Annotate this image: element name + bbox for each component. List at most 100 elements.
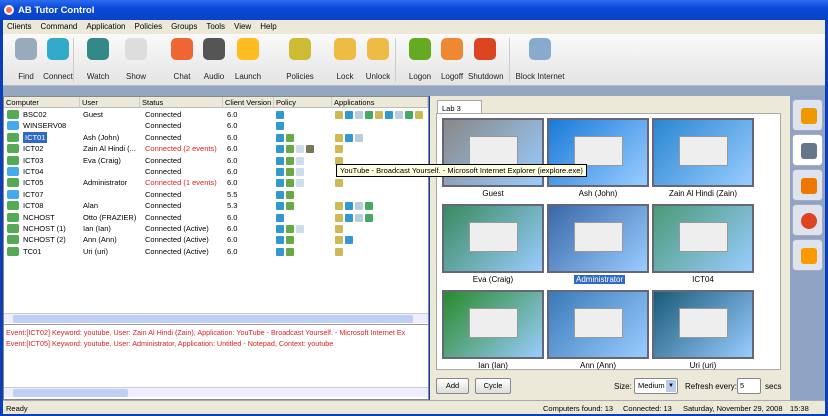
application-icons[interactable]: [335, 234, 355, 245]
application-icon[interactable]: [335, 213, 343, 222]
application-icon[interactable]: [335, 179, 343, 188]
application-icon[interactable]: [345, 133, 353, 142]
table-row[interactable]: ICT01 Ash (John) Connected 6.0: [4, 131, 428, 143]
column-header-policy[interactable]: Policy: [274, 97, 332, 108]
application-icon[interactable]: [335, 111, 343, 120]
application-icons[interactable]: [335, 200, 375, 211]
application-icon[interactable]: [355, 202, 363, 211]
screen-thumbnail[interactable]: [547, 204, 649, 273]
application-icon[interactable]: [335, 236, 343, 245]
application-icon[interactable]: [355, 111, 363, 120]
cycle-button[interactable]: Cycle: [475, 378, 511, 394]
screen-thumbnail[interactable]: [547, 290, 649, 359]
table-row[interactable]: TC01 Uri (uri) Connected (Active) 6.0: [4, 246, 428, 257]
table-row[interactable]: ICT08 Alan Connected 5.3: [4, 200, 428, 211]
table-row[interactable]: ICT07 Connected 5.5: [4, 189, 428, 200]
application-icon[interactable]: [365, 111, 373, 120]
application-icon[interactable]: [335, 202, 343, 211]
table-row[interactable]: NCHOST Otto (FRAZIER) Connected 6.0: [4, 212, 428, 223]
bar-chart-view-button[interactable]: [792, 169, 823, 201]
home-view-button[interactable]: [792, 99, 823, 131]
menu-view[interactable]: View: [234, 22, 251, 32]
application-icon[interactable]: [345, 236, 353, 245]
table-row[interactable]: NCHOST (2) Ann (Ann) Connected (Active) 6.0: [4, 234, 428, 245]
policy-icon: [296, 168, 304, 177]
application-icon[interactable]: [375, 111, 383, 120]
table-row[interactable]: WINSERV08 Connected 6.0: [4, 120, 428, 131]
policy-icon: [306, 145, 314, 154]
application-icon[interactable]: [405, 111, 413, 120]
application-icons[interactable]: [335, 143, 345, 154]
tab-lab-3[interactable]: Lab 3: [437, 100, 482, 114]
logon-button[interactable]: Logon: [403, 38, 437, 81]
application-icon[interactable]: [335, 145, 343, 154]
menu-groups[interactable]: Groups: [171, 22, 197, 32]
application-icon[interactable]: [345, 213, 353, 222]
block-internet-button[interactable]: Block Internet: [515, 38, 565, 81]
application-icon[interactable]: [345, 111, 353, 120]
column-header-client-version[interactable]: Client Version: [223, 97, 274, 108]
policies-button[interactable]: Policies: [283, 38, 317, 81]
application-icon[interactable]: [355, 133, 363, 142]
screen-thumbnail[interactable]: [442, 204, 544, 273]
monitors-view-button[interactable]: [792, 134, 823, 166]
refresh-input[interactable]: 5: [737, 378, 761, 394]
menu-command[interactable]: Command: [40, 22, 77, 32]
settings-gear-view-button[interactable]: [792, 239, 823, 271]
application-icon[interactable]: [385, 111, 393, 120]
application-icon[interactable]: [335, 133, 343, 142]
desktop-window: [468, 308, 518, 338]
add-button[interactable]: Add: [436, 378, 469, 394]
application-icon[interactable]: [335, 225, 343, 234]
application-icons[interactable]: [335, 109, 425, 120]
status: Connected: [145, 121, 182, 131]
desktop-window: [468, 222, 518, 252]
menu-help[interactable]: Help: [260, 22, 276, 32]
application-icon[interactable]: [355, 213, 363, 222]
application-icons[interactable]: [335, 246, 345, 257]
connect-button[interactable]: Connect: [41, 38, 75, 81]
column-header-status[interactable]: Status: [140, 97, 223, 108]
menu-application[interactable]: Application: [86, 22, 125, 32]
application-icon[interactable]: [365, 213, 373, 222]
show-button[interactable]: Show: [119, 38, 153, 81]
table-row[interactable]: BSC02 Guest Connected 6.0: [4, 109, 428, 120]
table-row[interactable]: NCHOST (1) Ian (Ian) Connected (Active) 6.0: [4, 223, 428, 234]
desktop-window: [573, 222, 623, 252]
application-icon[interactable]: [395, 111, 403, 120]
column-header-computer[interactable]: Computer: [4, 97, 80, 108]
menu-policies[interactable]: Policies: [135, 22, 163, 32]
unlock-button[interactable]: Unlock: [361, 38, 395, 81]
application-icon[interactable]: [335, 247, 343, 256]
block-view-button[interactable]: [792, 204, 823, 236]
column-header-user[interactable]: User: [80, 97, 140, 108]
logoff-button[interactable]: Logoff: [435, 38, 469, 81]
toolbar-label: Find: [18, 72, 34, 81]
menu-tools[interactable]: Tools: [206, 22, 225, 32]
horizontal-scrollbar[interactable]: [4, 313, 428, 323]
lock-button[interactable]: Lock: [328, 38, 362, 81]
table-row[interactable]: ICT02 Zain Al Hindi (... Connected (2 even…: [4, 143, 428, 154]
screen-thumbnail[interactable]: [652, 204, 754, 273]
launch-button[interactable]: Launch: [231, 38, 265, 81]
column-header-applications[interactable]: Applications: [332, 97, 428, 108]
application-icons[interactable]: [335, 132, 365, 143]
application-icons[interactable]: [335, 212, 375, 223]
menu-clients[interactable]: Clients: [7, 22, 31, 32]
application-icon[interactable]: [415, 111, 423, 120]
find-button[interactable]: Find: [9, 38, 43, 81]
application-icons[interactable]: [335, 223, 345, 234]
application-icon[interactable]: [345, 202, 353, 211]
table-row[interactable]: ICT05 Administrator Connected (1 events) 6.…: [4, 177, 428, 188]
application-icons[interactable]: [335, 177, 345, 188]
screen-thumbnail[interactable]: [442, 290, 544, 359]
screen-thumbnail[interactable]: [652, 118, 754, 187]
screen-thumbnail[interactable]: [652, 290, 754, 359]
size-select[interactable]: Medium ▼: [634, 378, 678, 394]
shutdown-button[interactable]: Shutdown: [468, 38, 504, 81]
log-horizontal-scrollbar[interactable]: [4, 387, 428, 397]
application-icon[interactable]: [365, 202, 373, 211]
chat-button[interactable]: Chat: [165, 38, 199, 81]
watch-button[interactable]: Watch: [81, 38, 115, 81]
audio-button[interactable]: Audio: [197, 38, 231, 81]
